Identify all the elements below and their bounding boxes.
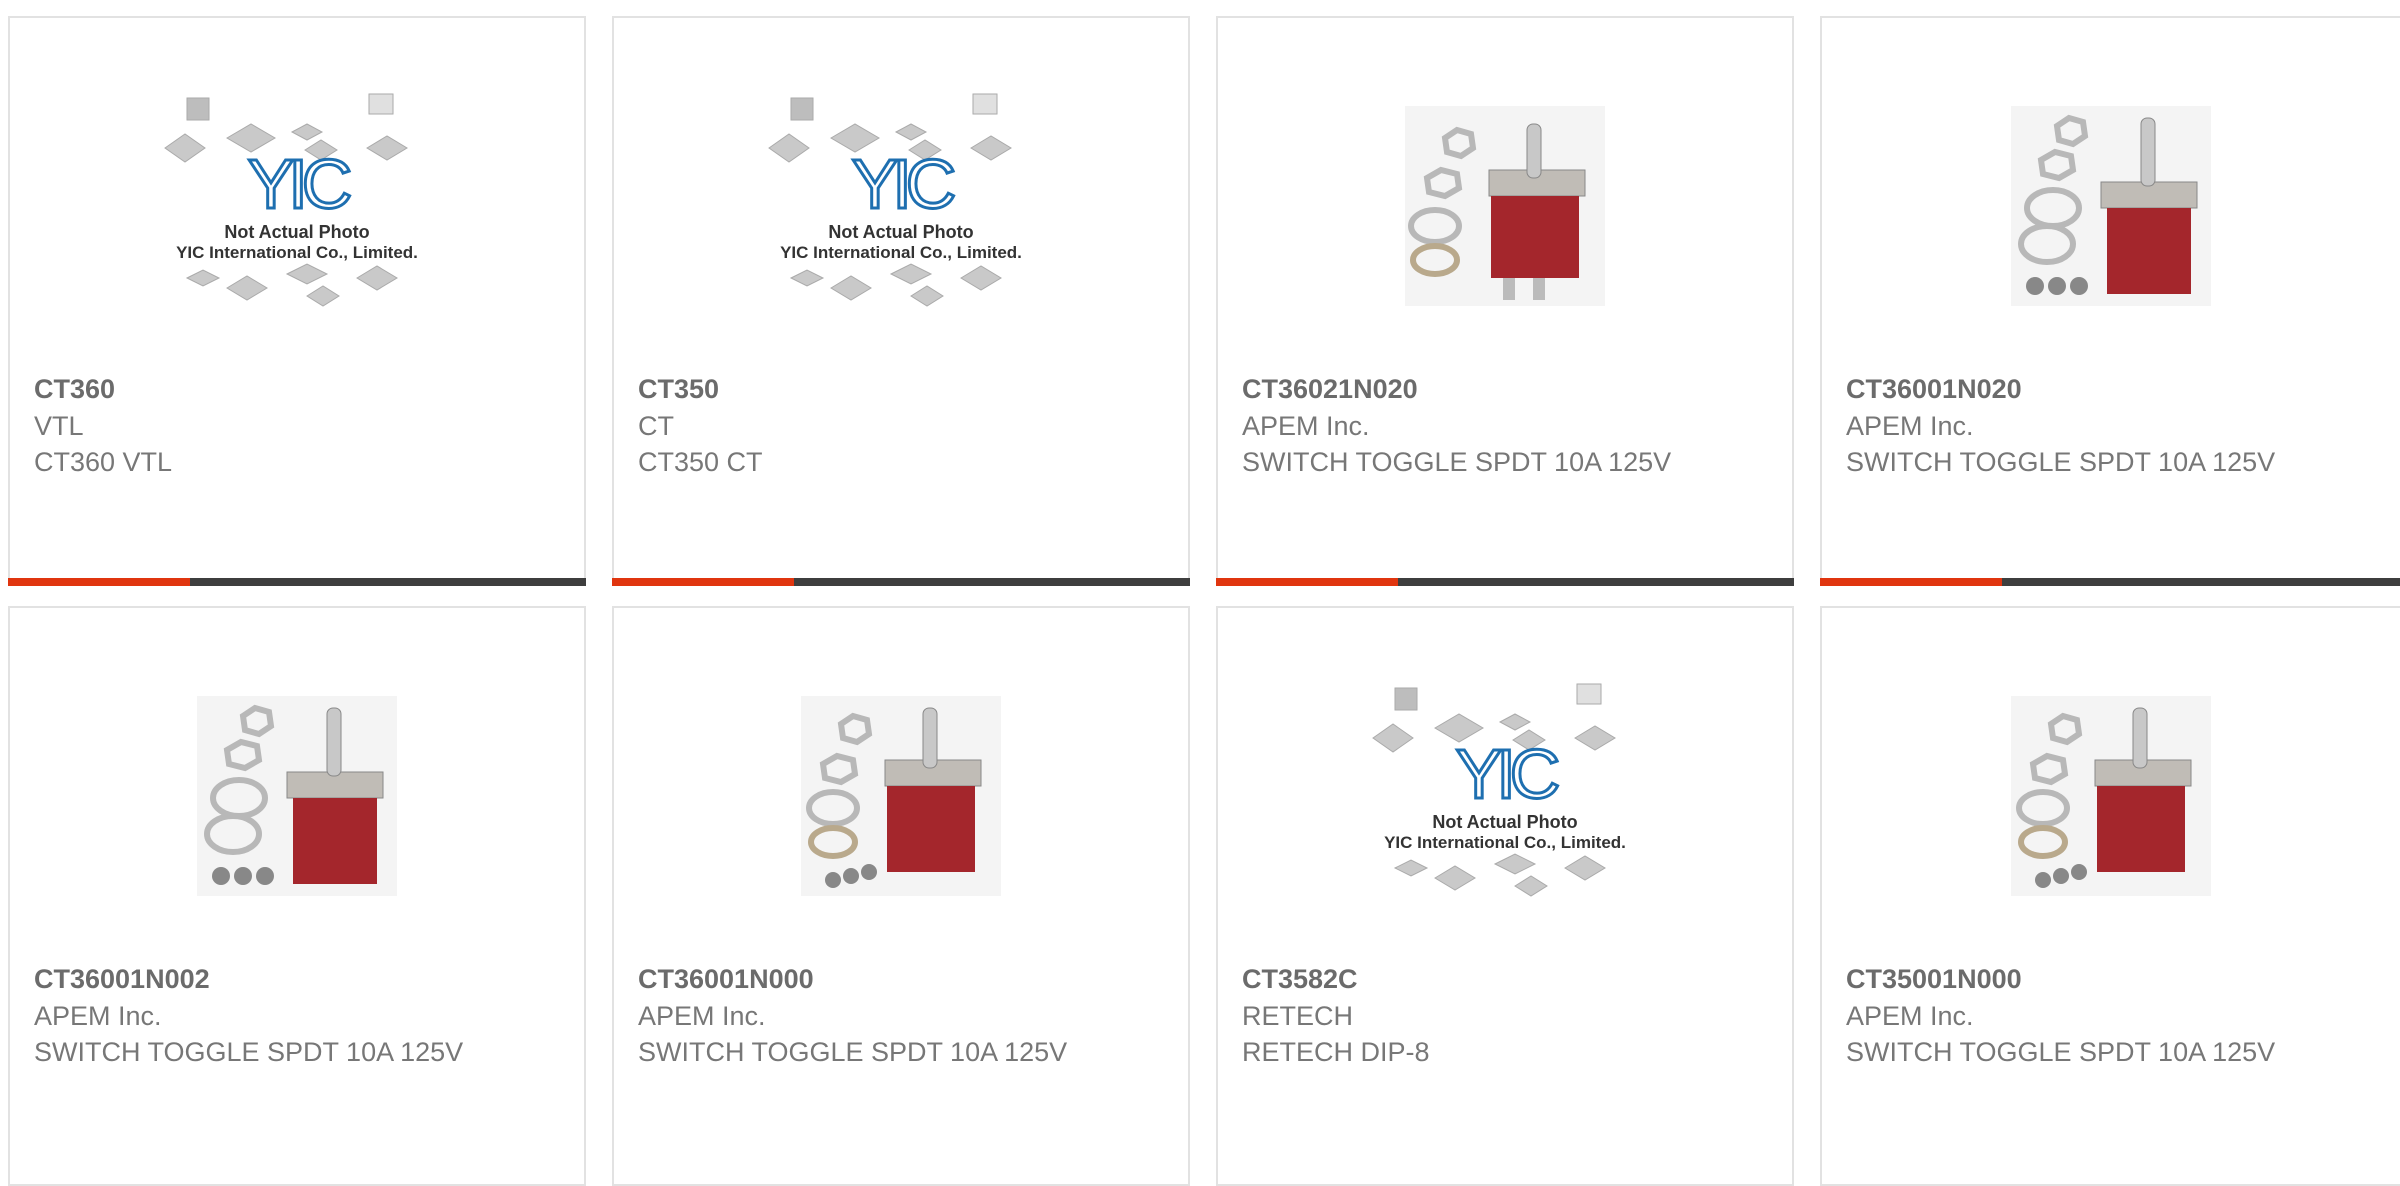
placeholder-line1: Not Actual Photo — [1432, 812, 1577, 832]
product-card[interactable]: YIC Not Actual Photo YIC International C… — [8, 16, 586, 586]
toggle-switch-image[interactable] — [1961, 668, 2261, 908]
card-accent-bar — [8, 578, 586, 586]
part-number[interactable]: CT36001N000 — [638, 960, 1164, 998]
manufacturer: APEM Inc. — [1846, 411, 1974, 441]
product-image-placeholder[interactable]: YIC Not Actual Photo YIC International C… — [751, 78, 1051, 318]
svg-text:YIC: YIC — [852, 145, 954, 223]
part-number[interactable]: CT35001N000 — [1846, 960, 2394, 998]
svg-text:YIC: YIC — [1456, 735, 1558, 813]
manufacturer: APEM Inc. — [638, 1001, 766, 1031]
toggle-switch-image[interactable] — [751, 668, 1051, 908]
description: SWITCH TOGGLE SPDT 10A 125V — [1846, 447, 2276, 477]
toggle-switch-image[interactable] — [1961, 78, 2261, 318]
placeholder-line2: YIC International Co., Limited. — [176, 243, 418, 262]
product-card[interactable]: CT36001N002 APEM Inc. SWITCH TOGGLE SPDT… — [8, 606, 586, 1186]
description: CT350 CT — [638, 447, 763, 477]
part-number[interactable]: CT36001N002 — [34, 960, 560, 998]
manufacturer: APEM Inc. — [1242, 411, 1370, 441]
manufacturer: APEM Inc. — [34, 1001, 162, 1031]
product-card[interactable]: YIC Not Actual Photo YIC International C… — [612, 16, 1190, 586]
part-number[interactable]: CT350 — [638, 370, 1164, 408]
part-number[interactable]: CT36001N020 — [1846, 370, 2394, 408]
description: SWITCH TOGGLE SPDT 10A 125V — [1242, 447, 1672, 477]
manufacturer: APEM Inc. — [1846, 1001, 1974, 1031]
description: SWITCH TOGGLE SPDT 10A 125V — [638, 1037, 1068, 1067]
product-card[interactable]: CT36001N000 APEM Inc. SWITCH TOGGLE SPDT… — [612, 606, 1190, 1186]
product-image-placeholder[interactable]: YIC Not Actual Photo YIC International C… — [147, 78, 447, 318]
toggle-switch-image[interactable] — [1355, 78, 1655, 318]
description: CT360 VTL — [34, 447, 173, 477]
part-number[interactable]: CT3582C — [1242, 960, 1768, 998]
card-accent-bar — [612, 578, 1190, 586]
placeholder-line1: Not Actual Photo — [828, 222, 973, 242]
product-card[interactable]: CT36021N020 APEM Inc. SWITCH TOGGLE SPDT… — [1216, 16, 1794, 586]
manufacturer: CT — [638, 411, 674, 441]
part-number[interactable]: CT36021N020 — [1242, 370, 1768, 408]
placeholder-line2: YIC International Co., Limited. — [1384, 833, 1626, 852]
manufacturer: RETECH — [1242, 1001, 1354, 1031]
card-accent-bar — [1216, 578, 1794, 586]
product-grid: YIC Not Actual Photo YIC International C… — [0, 0, 2400, 1186]
product-card[interactable]: YIC Not Actual Photo YIC International C… — [1216, 606, 1794, 1186]
placeholder-line2: YIC International Co., Limited. — [780, 243, 1022, 262]
placeholder-line1: Not Actual Photo — [224, 222, 369, 242]
part-number[interactable]: CT360 — [34, 370, 560, 408]
toggle-switch-image[interactable] — [147, 668, 447, 908]
product-image-placeholder[interactable]: YIC Not Actual Photo YIC International C… — [1355, 668, 1655, 908]
svg-text:YIC: YIC — [248, 145, 350, 223]
description: SWITCH TOGGLE SPDT 10A 125V — [1846, 1037, 2276, 1067]
product-card[interactable]: CT36001N020 APEM Inc. SWITCH TOGGLE SPDT… — [1820, 16, 2400, 586]
product-card[interactable]: CT35001N000 APEM Inc. SWITCH TOGGLE SPDT… — [1820, 606, 2400, 1186]
description: RETECH DIP-8 — [1242, 1037, 1430, 1067]
description: SWITCH TOGGLE SPDT 10A 125V — [34, 1037, 464, 1067]
manufacturer: VTL — [34, 411, 84, 441]
card-accent-bar — [1820, 578, 2400, 586]
